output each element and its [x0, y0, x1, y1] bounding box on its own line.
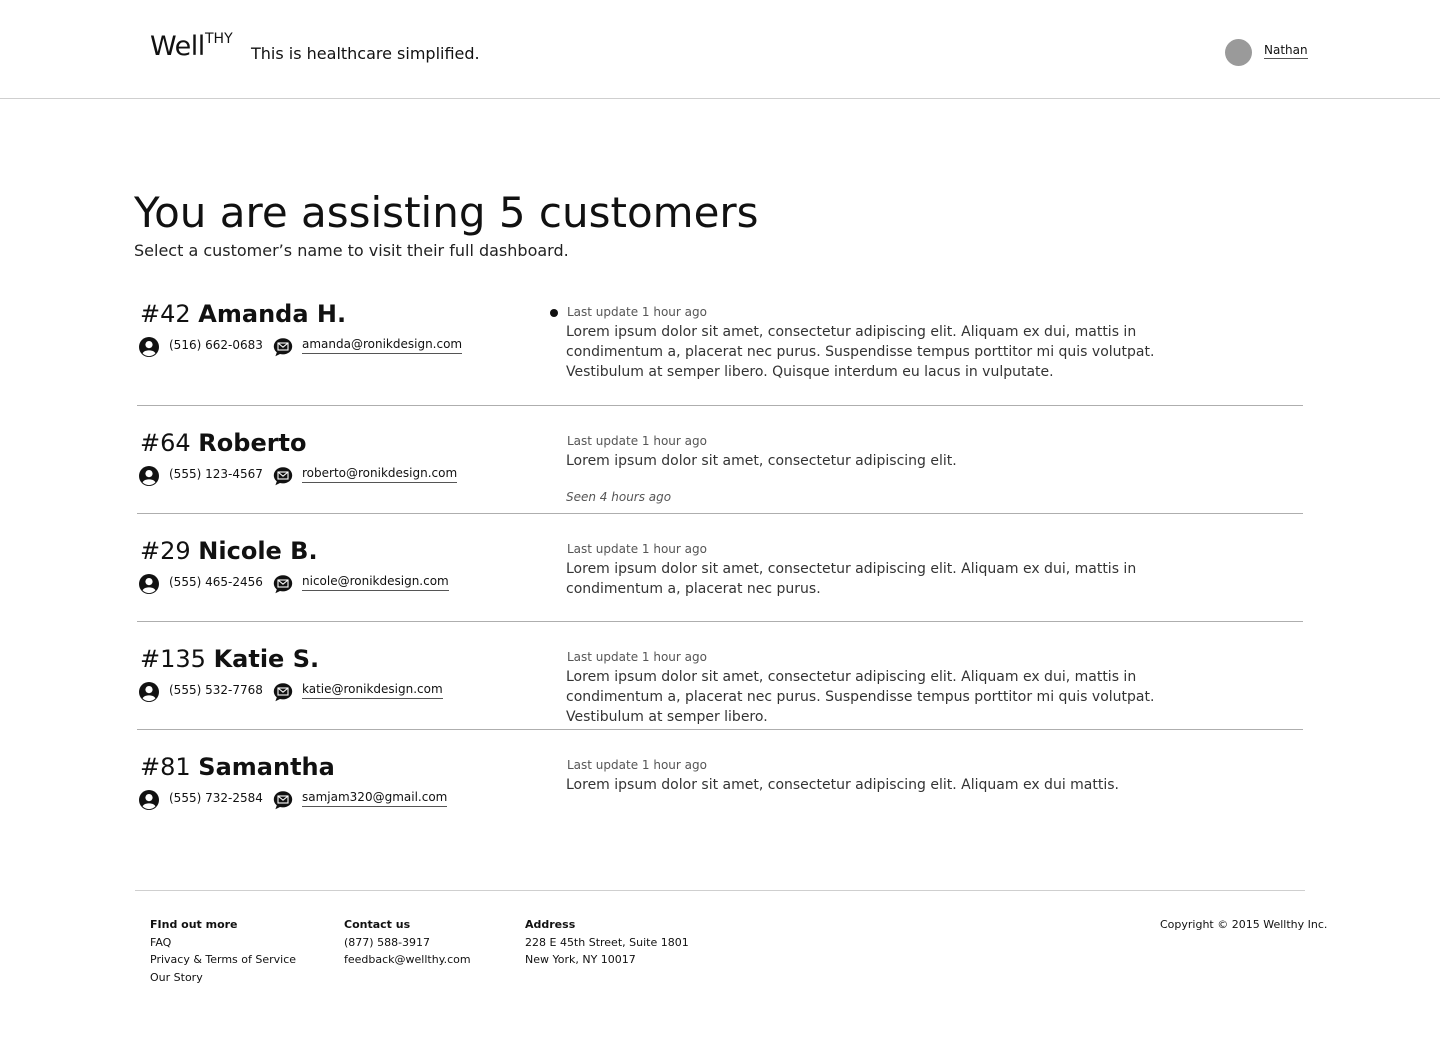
row-divider — [137, 405, 1303, 406]
user-avatar[interactable] — [1225, 39, 1252, 66]
person-icon — [139, 682, 159, 702]
envelope-icon — [273, 466, 293, 486]
person-icon — [139, 574, 159, 594]
person-icon — [139, 790, 159, 810]
footer-contact-email[interactable]: feedback@wellthy.com — [344, 951, 471, 969]
seen-status: Seen 4 hours ago — [566, 490, 672, 504]
footer-contact-phone[interactable]: (877) 588-3917 — [344, 934, 471, 952]
envelope-icon — [273, 682, 293, 702]
footer-heading-find-out-more: FInd out more — [150, 918, 238, 931]
footer-divider — [135, 890, 1305, 891]
footer-address-line2: New York, NY 10017 — [525, 953, 636, 966]
customer-number: #81 — [140, 753, 191, 781]
footer-link-faq[interactable]: FAQ — [150, 934, 296, 952]
site-header: Well THY This is healthcare simplified. … — [0, 0, 1440, 99]
footer-link-privacy-terms[interactable]: Privacy & Terms of Service — [150, 951, 296, 969]
person-icon — [139, 466, 159, 486]
user-name-link[interactable]: Nathan — [1264, 43, 1308, 60]
customer-name-link[interactable]: #29 Nicole B. — [140, 538, 318, 564]
last-update-text: Lorem ipsum dolor sit amet, consectetur … — [566, 561, 1137, 597]
customer-number: #135 — [140, 645, 206, 673]
footer-address-line1: 228 E 45th Street, Suite 1801 — [525, 935, 689, 949]
footer-heading-contact: Contact us — [344, 918, 411, 931]
last-update-text: Lorem ipsum dolor sit amet, consectetur … — [566, 777, 1119, 793]
footer-contact: Contact us (877) 588-3917 feedback@wellt… — [344, 916, 471, 969]
customer-name[interactable]: Katie S. — [214, 645, 320, 673]
person-icon — [139, 337, 159, 357]
customer-phone[interactable]: (555) 123-4567 — [169, 467, 263, 483]
last-update-text: Lorem ipsum dolor sit amet, consectetur … — [566, 669, 1155, 725]
unread-dot-icon — [550, 309, 558, 317]
copyright: Copyright © 2015 Wellthy Inc. — [1160, 918, 1328, 931]
logo-superscript: THY — [205, 31, 233, 47]
customer-email-link[interactable]: roberto@ronikdesign.com — [302, 466, 458, 483]
footer-link-our-story[interactable]: Our Story — [150, 969, 296, 987]
customer-email-link[interactable]: katie@ronikdesign.com — [302, 682, 443, 699]
page-title: You are assisting 5 customers — [134, 188, 759, 237]
customer-email-link[interactable]: nicole@ronikdesign.com — [302, 574, 449, 591]
envelope-icon — [273, 337, 293, 357]
customer-phone[interactable]: (516) 662-0683 — [169, 338, 263, 354]
customer-name-link[interactable]: #81 Samantha — [140, 754, 335, 780]
customer-email-link[interactable]: amanda@ronikdesign.com — [302, 337, 463, 354]
logo-wordmark[interactable]: Well — [150, 33, 205, 60]
customer-number: #64 — [140, 429, 191, 457]
footer-address: Address 228 E 45th Street, Suite 1801 Ne… — [525, 916, 689, 969]
customer-name[interactable]: Nicole B. — [198, 537, 317, 565]
last-update-text: Lorem ipsum dolor sit amet, consectetur … — [566, 453, 957, 469]
customer-email-link[interactable]: samjam320@gmail.com — [302, 790, 448, 807]
row-divider — [137, 729, 1303, 730]
footer-find-out-more: FInd out more FAQ Privacy & Terms of Ser… — [150, 916, 296, 986]
envelope-icon — [273, 574, 293, 594]
footer-heading-address: Address — [525, 918, 576, 931]
page-subtitle: Select a customer’s name to visit their … — [134, 241, 569, 260]
last-update-time: Last update 1 hour ago — [567, 542, 707, 556]
customer-name-link[interactable]: #135 Katie S. — [140, 646, 319, 672]
last-update-time: Last update 1 hour ago — [567, 434, 707, 448]
customer-phone[interactable]: (555) 532-7768 — [169, 683, 263, 699]
customer-name[interactable]: Roberto — [198, 429, 306, 457]
customer-name-link[interactable]: #42 Amanda H. — [140, 301, 346, 327]
envelope-icon — [273, 790, 293, 810]
row-divider — [137, 621, 1303, 622]
customer-name[interactable]: Amanda H. — [198, 300, 346, 328]
last-update-text: Lorem ipsum dolor sit amet, consectetur … — [566, 324, 1155, 380]
customer-number: #42 — [140, 300, 191, 328]
customer-name-link[interactable]: #64 Roberto — [140, 430, 307, 456]
tagline: This is healthcare simplified. — [251, 44, 480, 63]
last-update-time: Last update 1 hour ago — [567, 650, 707, 664]
customer-number: #29 — [140, 537, 191, 565]
row-divider — [137, 513, 1303, 514]
customer-phone[interactable]: (555) 732-2584 — [169, 791, 263, 807]
last-update-time: Last update 1 hour ago — [567, 305, 707, 319]
last-update-time: Last update 1 hour ago — [567, 758, 707, 772]
customer-phone[interactable]: (555) 465-2456 — [169, 575, 263, 591]
customer-name[interactable]: Samantha — [198, 753, 335, 781]
